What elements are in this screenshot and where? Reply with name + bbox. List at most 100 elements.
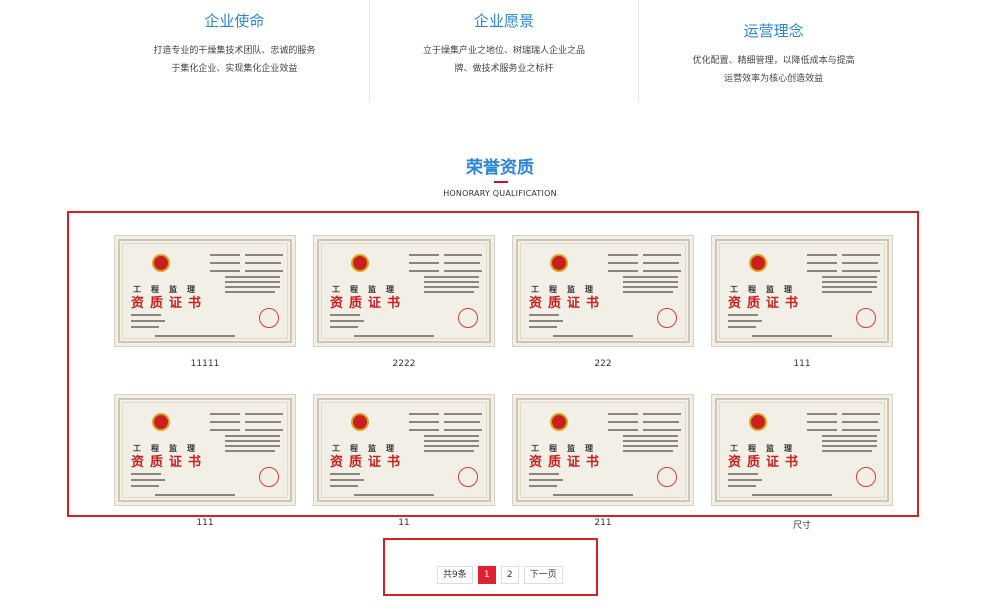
info-description: 打造专业的干燥集技术团队、忠诚的服务 于集化企业、实现集化企业效益 [100,42,369,78]
certificate-image[interactable]: 工程监理 资质证书 [711,235,893,347]
certificate-caption[interactable]: 111 [114,518,296,528]
fine-print-line [643,429,681,431]
certificate-heading: 资质证书 [130,296,207,311]
fine-print-line [623,445,678,447]
fine-print-line [822,440,877,442]
fine-print-line [245,254,283,256]
certificate-item[interactable]: 工程监理 资质证书 11 [313,394,495,528]
info-column-vision: 企业愿景 立于燥集产业之地位、树瑞瑞人企业之品 牌、做技术服务业之标杆 [368,0,639,102]
certificate-caption[interactable]: 11 [313,518,495,528]
fine-print-line [245,413,283,415]
national-emblem-icon [152,254,170,272]
fine-print-line [608,429,638,431]
certificate-caption[interactable]: 111 [711,359,893,369]
fine-print-line [330,473,360,475]
fine-print-line [225,440,280,442]
official-seal-icon [458,467,478,487]
fine-print-line [807,262,837,264]
certificate-item[interactable]: 工程监理 资质证书 222 [512,235,694,369]
certificate-caption[interactable]: 11111 [114,359,296,369]
fine-print-line [424,286,479,288]
page-button-1[interactable]: 1 [477,566,496,584]
fine-print-line [245,421,281,423]
certificate-heading: 资质证书 [329,296,406,311]
info-description: 立于燥集产业之地位、树瑞瑞人企业之品 牌、做技术服务业之标杆 [370,42,639,78]
fine-print-line [529,326,557,328]
fine-print-line [623,281,678,283]
pagination: 共9条 1 2 下一页 [437,566,563,584]
certificate-caption[interactable]: 尺寸 [711,518,893,531]
fine-print-line [210,254,240,256]
certificate-item[interactable]: 工程监理 资质证书 111 [711,235,893,369]
fine-print-line [210,421,240,423]
fine-print-line [807,413,837,415]
fine-print-line [424,440,479,442]
fine-print-line [330,479,364,481]
certificate-item[interactable]: 工程监理 资质证书 211 [512,394,694,528]
certificate-caption[interactable]: 2222 [313,359,495,369]
fine-print-line [553,494,633,496]
certificate-heading: 资质证书 [329,455,406,470]
fine-print-line [529,320,563,322]
fine-print-line [225,291,275,293]
fine-print-line [409,262,439,264]
fine-print-line [225,281,280,283]
fine-print-line [444,421,480,423]
fine-print-line [623,440,678,442]
certificate-caption[interactable]: 222 [512,359,694,369]
fine-print-line [424,281,479,283]
fine-print-line [842,262,878,264]
national-emblem-icon [351,254,369,272]
next-page-button[interactable]: 下一页 [523,566,563,584]
fine-print-line [444,429,482,431]
info-line: 立于燥集产业之地位、树瑞瑞人企业之品 [423,46,586,56]
fine-print-line [330,485,358,487]
fine-print-line [643,413,681,415]
total-count: 共9条 [437,566,473,584]
fine-print-line [131,473,161,475]
fine-print-line [225,445,280,447]
certificate-heading: 资质证书 [727,455,804,470]
fine-print-line [245,262,281,264]
fine-print-line [623,291,673,293]
fine-print-line [131,314,161,316]
info-title: 企业使命 [204,12,265,30]
certificate-item[interactable]: 工程监理 资质证书 111 [114,394,296,528]
fine-print-line [444,270,482,272]
fine-print-line [529,473,559,475]
fine-print-line [424,445,479,447]
certificate-item[interactable]: 工程监理 资质证书 11111 [114,235,296,369]
official-seal-icon [259,308,279,328]
info-description: 优化配置、精细管理，以降低成本与提高 运营效率为核心创造效益 [639,52,908,88]
page-button-2[interactable]: 2 [500,566,519,584]
certificate-caption[interactable]: 211 [512,518,694,528]
fine-print-line [728,314,758,316]
fine-print-line [131,479,165,481]
fine-print-line [424,450,474,452]
fine-print-line [409,421,439,423]
certificate-item[interactable]: 工程监理 资质证书 2222 [313,235,495,369]
certificate-image[interactable]: 工程监理 资质证书 [114,235,296,347]
certificate-image[interactable]: 工程监理 资质证书 [313,394,495,506]
national-emblem-icon [351,413,369,431]
certificate-image[interactable]: 工程监理 资质证书 [114,394,296,506]
certificate-item[interactable]: 工程监理 资质证书尺寸 [711,394,893,531]
fine-print-line [822,435,877,437]
fine-print-line [608,413,638,415]
certificate-image[interactable]: 工程监理 资质证书 [512,394,694,506]
fine-print-line [330,320,364,322]
fine-print-line [822,286,877,288]
fine-print-line [728,320,762,322]
fine-print-line [155,335,235,337]
official-seal-icon [856,308,876,328]
fine-print-line [623,286,678,288]
certificate-image[interactable]: 工程监理 资质证书 [512,235,694,347]
national-emblem-icon [152,413,170,431]
certificate-image[interactable]: 工程监理 资质证书 [313,235,495,347]
fine-print-line [409,254,439,256]
fine-print-line [409,413,439,415]
certificate-image[interactable]: 工程监理 资质证书 [711,394,893,506]
fine-print-line [752,494,832,496]
fine-print-line [623,276,678,278]
fine-print-line [409,270,439,272]
